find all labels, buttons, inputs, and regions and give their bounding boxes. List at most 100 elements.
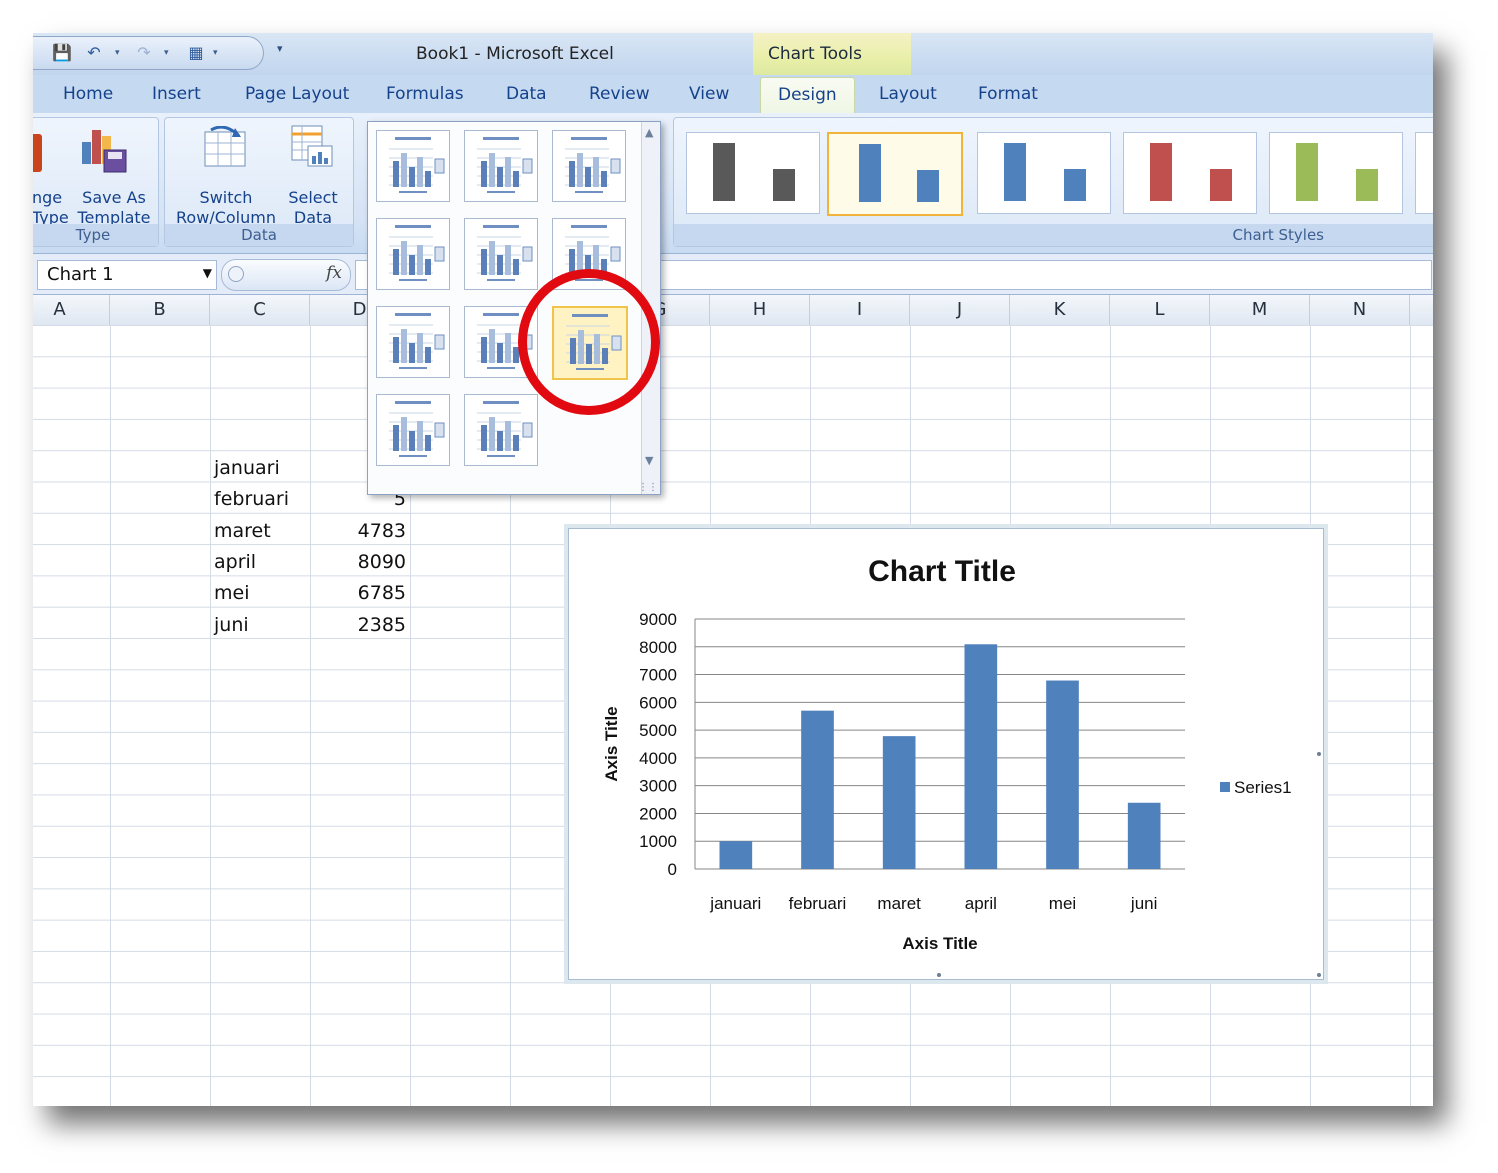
cell-month[interactable]: januari [214, 453, 280, 484]
y-axis-title: Axis Title [602, 706, 621, 781]
tab-home[interactable]: Home [63, 84, 113, 104]
cell-month[interactable]: mei [214, 578, 249, 609]
tab-data[interactable]: Data [506, 84, 547, 104]
chart-layout-1[interactable] [376, 130, 450, 202]
cell-month[interactable]: april [214, 547, 256, 578]
chart-layout-5[interactable] [464, 218, 538, 290]
insert-function-icon[interactable]: fx [326, 263, 342, 283]
column-header-j[interactable]: J [910, 295, 1010, 325]
data-group: Switch Row/Column Select Data Data [164, 117, 354, 247]
chart-layout-7[interactable] [376, 306, 450, 378]
y-tick-label: 0 [668, 860, 677, 879]
cell-value[interactable]: 4783 [310, 516, 406, 547]
chart-style-4[interactable] [1123, 132, 1257, 214]
tab-review[interactable]: Review [589, 84, 650, 104]
column-header-i[interactable]: I [810, 295, 910, 325]
redo-icon[interactable]: ↷ [133, 43, 155, 63]
change-chart-type-button[interactable]: nge Type [33, 188, 69, 228]
chart-styles-group: Chart Styles [673, 117, 1433, 247]
x-tick-label: januari [709, 894, 761, 913]
style-swatch-bar [773, 169, 795, 201]
type-group-label: Type [33, 224, 158, 246]
column-header-c[interactable]: C [210, 295, 310, 325]
tab-design[interactable]: Design [760, 77, 855, 116]
formula-circle-icon [228, 266, 244, 282]
legend-swatch [1220, 782, 1230, 792]
cell-value[interactable]: 2385 [310, 610, 406, 641]
column-header-k[interactable]: K [1010, 295, 1110, 325]
y-tick-label: 2000 [639, 804, 677, 823]
name-box-dropdown-icon[interactable]: ▼ [203, 266, 212, 280]
chart-styles-group-label: Chart Styles [674, 224, 1433, 246]
x-axis-title: Axis Title [902, 934, 977, 953]
cell-value[interactable]: 6785 [310, 578, 406, 609]
column-header-n[interactable]: N [1310, 295, 1410, 325]
quick-access-toolbar: 💾 ↶ ▾ ↷ ▾ ▦ ▾ [33, 36, 264, 70]
x-tick-label: juni [1130, 894, 1157, 913]
style-swatch-bar [1004, 143, 1026, 201]
column-header-l[interactable]: L [1110, 295, 1210, 325]
y-tick-label: 7000 [639, 666, 677, 685]
chart-canvas: Chart Title 0 1000 2000 3000 4000 5000 6000 7000… [602, 555, 1321, 977]
style-swatch-bar [713, 143, 735, 201]
tab-insert[interactable]: Insert [152, 84, 201, 104]
redo-dropdown-icon[interactable]: ▾ [164, 43, 174, 63]
undo-icon[interactable]: ↶ [83, 43, 105, 63]
y-tick-label: 9000 [639, 610, 677, 629]
save-as-template-button[interactable]: Save As Template [76, 188, 152, 228]
cell-month[interactable]: juni [214, 610, 249, 641]
switch-row-column-button[interactable]: Switch Row/Column [173, 188, 279, 228]
column-header-a[interactable]: A [33, 295, 110, 325]
column-header-b[interactable]: B [110, 295, 210, 325]
chart-layout-11[interactable] [464, 394, 538, 466]
chart-style-2-selected[interactable] [827, 132, 963, 216]
x-tick-label: maret [877, 894, 921, 913]
chart-layout-10[interactable] [376, 394, 450, 466]
bar-februari [801, 710, 834, 869]
undo-dropdown-icon[interactable]: ▾ [115, 43, 125, 63]
column-header-m[interactable]: M [1210, 295, 1310, 325]
bar-mei [1046, 680, 1079, 869]
bar-januari [719, 841, 753, 869]
chart-layout-3[interactable] [552, 130, 626, 202]
tab-page-layout[interactable]: Page Layout [245, 84, 349, 104]
chart-style-6-partial[interactable] [1415, 132, 1433, 214]
select-data-button[interactable]: Select Data [283, 188, 343, 228]
x-tick-label: mei [1049, 894, 1076, 913]
window-title: Book1 - Microsoft Excel [416, 44, 614, 64]
column-header-h[interactable]: H [710, 295, 810, 325]
data-group-label: Data [165, 224, 353, 246]
save-icon[interactable]: 💾 [51, 43, 73, 63]
tab-format[interactable]: Format [978, 84, 1038, 104]
chart-layout-2[interactable] [464, 130, 538, 202]
customize-qat-icon[interactable]: ▾ [277, 42, 283, 55]
chart-style-5[interactable] [1269, 132, 1403, 214]
tab-formulas[interactable]: Formulas [386, 84, 464, 104]
ribbon: nge Type Save As Template Type Switch Ro… [33, 113, 1433, 254]
tab-layout[interactable]: Layout [879, 84, 937, 104]
save-as-template-icon[interactable] [80, 124, 130, 174]
formula-bar: Chart 1 ▼ fx [33, 254, 1433, 295]
cell-value[interactable]: 8090 [310, 547, 406, 578]
chart-layout-4[interactable] [376, 218, 450, 290]
scroll-up-icon[interactable]: ▲ [645, 126, 653, 139]
tab-view[interactable]: View [689, 84, 729, 104]
name-box[interactable]: Chart 1 ▼ [37, 260, 217, 290]
cell-month[interactable]: maret [214, 516, 271, 547]
change-chart-type-icon[interactable] [33, 134, 42, 172]
change-type-label-1: nge [33, 188, 63, 207]
switch-row-column-icon[interactable] [203, 126, 249, 170]
select-data-icon[interactable] [290, 122, 336, 170]
resize-handle [937, 973, 941, 977]
cell-month[interactable]: februari [214, 484, 289, 515]
scroll-down-icon[interactable]: ▼ [645, 454, 653, 467]
resize-grip-icon[interactable]: ⋮⋮ [638, 482, 658, 493]
name-box-value: Chart 1 [47, 264, 114, 285]
format-dropdown-icon[interactable]: ▾ [213, 43, 223, 63]
style-swatch-bar [1356, 169, 1378, 201]
embedded-chart[interactable]: Chart Title 0 1000 2000 3000 4000 5000 6000 7000… [568, 528, 1324, 980]
format-table-icon[interactable]: ▦ [185, 43, 207, 63]
chart-style-1[interactable] [686, 132, 820, 214]
title-bar: 💾 ↶ ▾ ↷ ▾ ▦ ▾ ▾ Book1 - Microsoft Excel … [33, 33, 1433, 75]
chart-style-3[interactable] [977, 132, 1111, 214]
